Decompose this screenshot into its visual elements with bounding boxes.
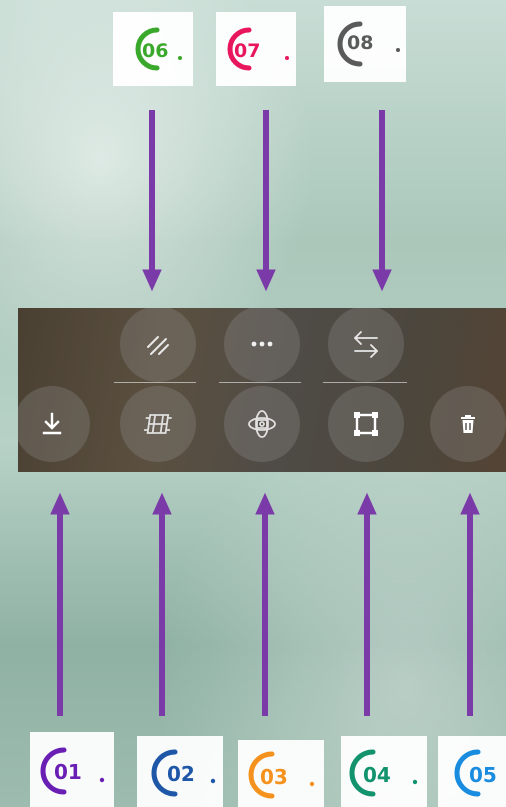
slash-lines-button[interactable] xyxy=(120,308,196,382)
callout-03: 03 xyxy=(238,740,324,807)
transform-button[interactable] xyxy=(328,386,404,462)
toolbar-divider xyxy=(323,382,407,383)
arrowhead-01 xyxy=(50,492,70,515)
camera-orbit-icon xyxy=(248,410,276,438)
toolbar-divider xyxy=(219,382,301,383)
download-icon xyxy=(42,412,62,435)
callout-number: 01 xyxy=(54,760,82,784)
swap-button[interactable] xyxy=(328,308,404,382)
arrowhead-02 xyxy=(152,492,172,515)
callout-number: 03 xyxy=(260,765,288,789)
callout-01: 01 xyxy=(30,732,114,807)
slash-lines-icon xyxy=(147,336,169,355)
arrowhead-07 xyxy=(256,269,276,292)
delete-button[interactable] xyxy=(430,386,506,462)
arrowhead-05 xyxy=(460,492,480,515)
arrowhead-06 xyxy=(142,269,162,292)
film-button[interactable] xyxy=(120,386,196,462)
transform-frame-icon xyxy=(354,412,378,436)
camera-orbit-button[interactable] xyxy=(224,386,300,462)
callout-dot xyxy=(309,781,315,787)
callout-dot xyxy=(99,777,105,783)
arrowhead-04 xyxy=(357,492,377,515)
film-icon xyxy=(143,414,172,434)
callout-number: 04 xyxy=(363,763,391,787)
callout-dot xyxy=(412,779,418,785)
callout-number: 05 xyxy=(469,763,497,787)
arrowhead-08 xyxy=(372,269,392,292)
callout-dot xyxy=(210,778,216,784)
more-dots-icon xyxy=(251,341,273,347)
diagram: 06 07 08 01 02 03 04 05 xyxy=(0,0,506,807)
callout-04: 04 xyxy=(341,736,427,807)
toolbar-divider xyxy=(114,382,196,383)
toolbar xyxy=(18,308,506,472)
callout-number: 02 xyxy=(167,762,195,786)
download-button[interactable] xyxy=(18,386,90,462)
trash-icon xyxy=(461,415,475,433)
swap-arrows-icon xyxy=(354,331,378,358)
more-options-button[interactable] xyxy=(224,308,300,382)
callout-05: 05 xyxy=(438,736,506,807)
callout-02: 02 xyxy=(137,736,223,807)
arrowhead-03 xyxy=(255,492,275,515)
